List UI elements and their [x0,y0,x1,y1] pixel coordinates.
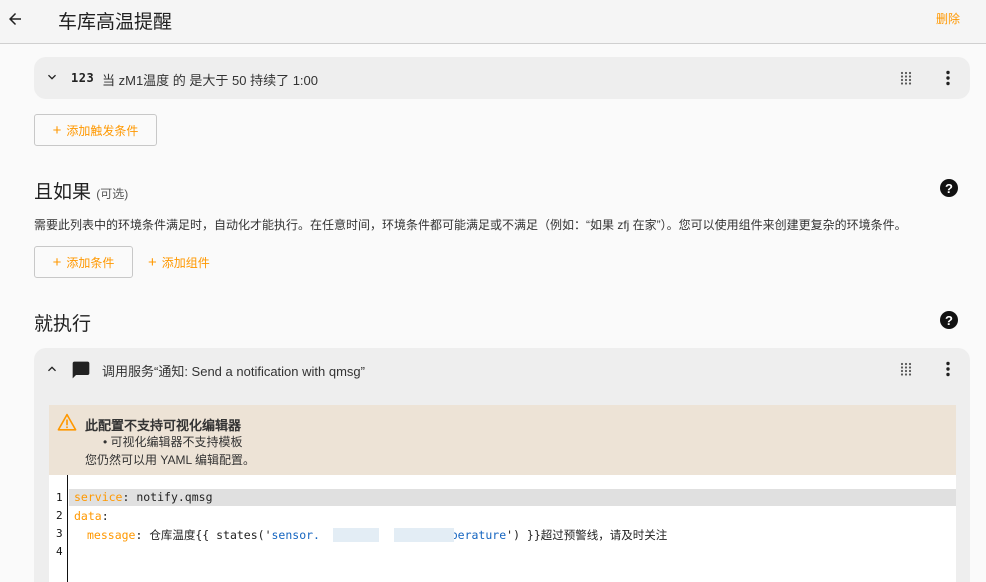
action-card[interactable]: 调用服务“通知: Send a notification with qmsg” … [34,348,970,582]
help-icon[interactable]: ? [940,179,958,197]
back-button[interactable] [4,6,26,32]
line-number: 2 [56,509,63,522]
trigger-card[interactable]: 123 当 zM1温度 的 是大于 50 持续了 1:00 [34,57,970,99]
plus-icon: + [148,253,157,271]
add-building-block-button[interactable]: + 添加组件 [148,246,210,278]
warning-title: 此配置不支持可视化编辑器 [85,418,242,433]
yaml-editor[interactable]: 1 2 3 4 service: notify.qmsg data: messa… [49,475,956,582]
drag-handle-icon[interactable] [899,71,913,85]
plus-icon: + [52,121,62,139]
help-icon[interactable]: ? [940,311,958,329]
trigger-summary: 当 zM1温度 的 是大于 50 持续了 1:00 [102,73,318,88]
message-icon [72,361,90,379]
visual-editor-warning: 此配置不支持可视化编辑器 • 可视化编辑器不支持模板 您仍然可以用 YAML 编… [49,405,956,475]
code-line-2[interactable]: data: [74,509,109,523]
actions-heading: 就执行 [34,314,92,335]
line-number: 3 [56,527,63,540]
more-vert-icon[interactable] [941,361,955,377]
warning-icon [57,413,77,431]
redaction-blur [333,528,379,542]
line-number: 1 [56,491,63,504]
top-app-bar: 车库高温提醒 删除 [0,0,986,44]
back-arrow-icon [9,13,21,25]
conditions-heading: 且如果 (可选) [34,182,129,203]
plus-icon: + [52,253,62,271]
add-condition-button[interactable]: + 添加条件 [34,246,133,278]
conditions-description: 需要此列表中的环境条件满足时，自动化才能执行。在任意时间，环境条件都可能满足或不… [34,218,907,232]
page-title: 车库高温提醒 [58,12,173,33]
redaction-blur [394,528,454,542]
warning-bullet: • 可视化编辑器不支持模板 [103,435,243,449]
more-vert-icon[interactable] [941,70,955,86]
line-number: 4 [56,545,63,558]
action-summary: 调用服务“通知: Send a notification with qmsg” [102,364,365,379]
optional-label: (可选) [96,187,129,201]
drag-handle-icon[interactable] [899,362,913,376]
chevron-up-icon[interactable] [44,361,60,377]
chevron-down-icon[interactable] [44,69,60,85]
code-line-1[interactable]: service: notify.qmsg [69,489,956,506]
warning-note: 您仍然可以用 YAML 编辑配置。 [85,453,256,467]
numeric-state-icon: 123 [71,71,95,85]
add-trigger-button[interactable]: + 添加触发条件 [34,114,157,146]
delete-button[interactable]: 删除 [936,10,960,27]
